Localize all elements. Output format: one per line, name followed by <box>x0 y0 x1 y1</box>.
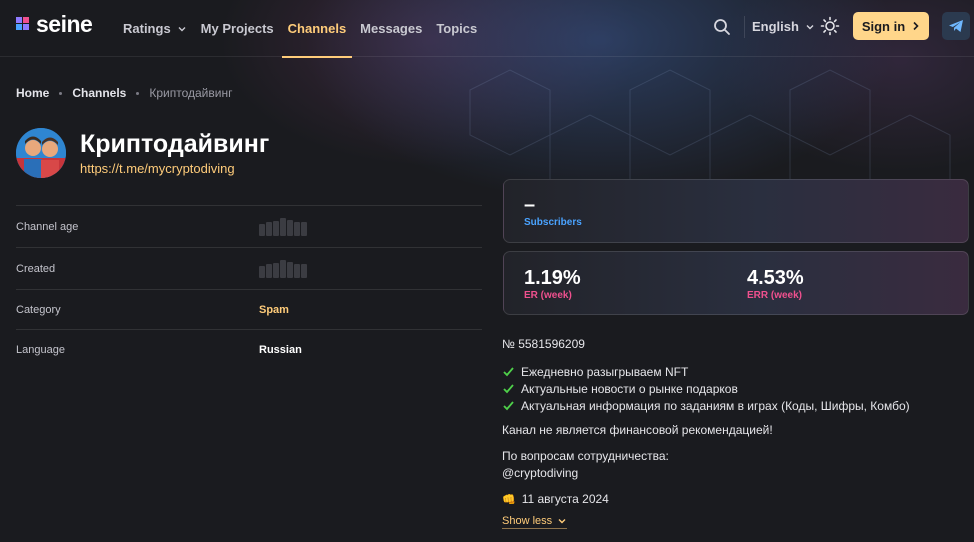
er-value: 1.19% <box>524 267 581 289</box>
info-row-channel-age: Channel age <box>16 205 482 247</box>
show-less-button[interactable]: Show less <box>502 515 568 529</box>
info-row-created: Created <box>16 247 482 289</box>
nav-messages[interactable]: Messages <box>360 0 422 57</box>
sun-icon[interactable] <box>820 16 840 36</box>
breadcrumb-separator <box>136 91 140 95</box>
channel-avatar <box>16 128 66 178</box>
created-skeleton <box>259 259 307 278</box>
nav-channels-label: Channels <box>287 21 347 36</box>
telegram-icon <box>949 20 963 32</box>
channel-info-table: Channel age Created Category Spam Langua… <box>16 205 482 369</box>
main-nav: Ratings My Projects Channels Messages To… <box>123 0 491 58</box>
err-value: 4.53% <box>747 267 804 289</box>
subscribers-value: – <box>524 194 536 216</box>
channel-age-skeleton <box>259 217 307 236</box>
feature-item: Ежедневно разыгрываем NFT <box>502 363 910 380</box>
contact-label: По вопросам сотрудничества: <box>502 449 669 463</box>
language-value: Russian <box>259 343 302 356</box>
feature-item: Актуальные новости о рынке подарков <box>502 380 910 397</box>
engagement-card: 1.19% ER (week) 4.53% ERR (week) <box>503 251 969 315</box>
breadcrumb-channels[interactable]: Channels <box>72 86 126 100</box>
feature-text: Ежедневно разыгрываем NFT <box>521 364 689 379</box>
subscribers-card: – Subscribers <box>503 179 969 243</box>
logo-text: seine <box>36 11 93 37</box>
breadcrumb-separator <box>59 91 63 95</box>
channel-link[interactable]: https://t.me/mycryptodiving <box>80 161 235 176</box>
nav-ratings[interactable]: Ratings <box>123 0 187 57</box>
top-navbar: seine Ratings My Projects Channels Messa… <box>0 0 974 58</box>
language-label: English <box>752 19 799 34</box>
post-date: 11 августа 2024 <box>521 492 609 506</box>
channel-age-label: Channel age <box>16 220 79 233</box>
fist-emoji-icon: 👊 <box>502 493 516 506</box>
feature-text: Актуальные новости о рынке подарков <box>521 381 738 396</box>
nav-topics[interactable]: Topics <box>436 0 477 57</box>
check-icon <box>503 367 514 377</box>
info-row-category: Category Spam <box>16 289 482 329</box>
show-less-label: Show less <box>502 515 553 527</box>
category-value[interactable]: Spam <box>259 304 289 316</box>
nav-my-projects-label: My Projects <box>200 21 274 36</box>
breadcrumb-home[interactable]: Home <box>16 86 49 100</box>
logo[interactable]: seine <box>16 11 93 37</box>
header-divider <box>744 16 745 38</box>
breadcrumb-current: Криптодайвинг <box>149 86 233 100</box>
telegram-button[interactable] <box>942 12 970 40</box>
chevron-down-icon <box>178 26 186 31</box>
check-icon <box>503 401 514 411</box>
check-icon <box>503 384 514 394</box>
nav-ratings-label: Ratings <box>123 21 171 36</box>
language-selector[interactable]: English <box>752 19 815 34</box>
language-row-label: Language <box>16 343 65 356</box>
sign-in-button[interactable]: Sign in <box>853 12 929 40</box>
er-label: ER (week) <box>524 290 572 301</box>
nav-topics-label: Topics <box>436 21 478 36</box>
chevron-right-icon <box>913 21 919 31</box>
breadcrumb: Home Channels Криптодайвинг <box>16 86 232 100</box>
info-row-language: Language Russian <box>16 329 482 369</box>
disclaimer-text: Канал не является финансовой рекомендаци… <box>502 423 773 437</box>
logo-mark-icon <box>16 17 30 31</box>
category-label: Category <box>16 303 61 316</box>
nav-my-projects[interactable]: My Projects <box>201 0 274 57</box>
chevron-down-icon <box>806 24 814 29</box>
nav-channels[interactable]: Channels <box>281 0 352 58</box>
feature-list: Ежедневно разыгрываем NFT Актуальные нов… <box>502 363 910 414</box>
contact-handle[interactable]: @cryptodiving <box>502 466 578 480</box>
nav-messages-label: Messages <box>360 21 423 36</box>
feature-text: Актуальная информация по заданиям в игра… <box>521 398 910 413</box>
created-label: Created <box>16 262 56 275</box>
search-icon[interactable] <box>712 17 732 37</box>
date-line: 👊 11 августа 2024 <box>502 492 609 506</box>
sign-in-label: Sign in <box>861 18 906 34</box>
channel-id: № 5581596209 <box>502 337 585 351</box>
err-label: ERR (week) <box>747 290 803 301</box>
subscribers-label: Subscribers <box>524 217 582 228</box>
chevron-down-icon <box>558 519 566 524</box>
channel-title: Криптодайвинг <box>80 130 270 158</box>
feature-item: Актуальная информация по заданиям в игра… <box>502 397 910 414</box>
avatar-image <box>16 128 66 178</box>
